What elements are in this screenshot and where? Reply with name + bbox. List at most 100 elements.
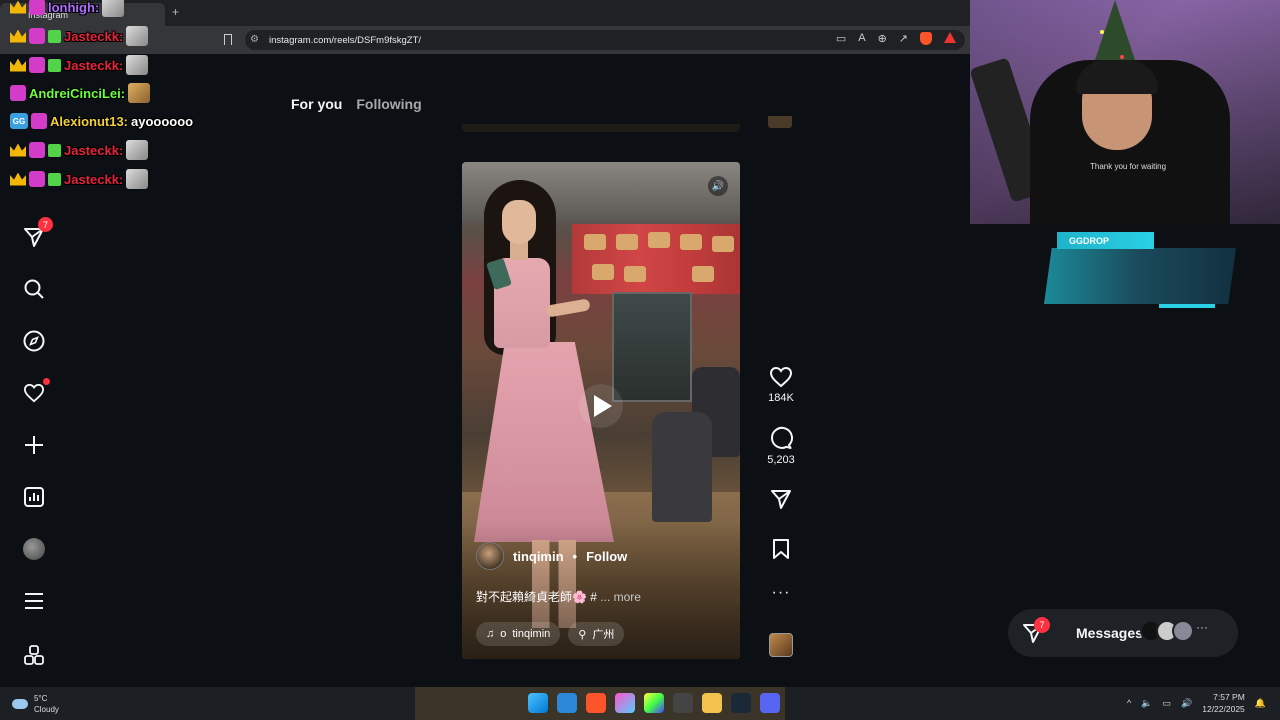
also-from-meta-icon[interactable] bbox=[21, 642, 47, 668]
comment-icon bbox=[770, 426, 793, 449]
caption-more-link[interactable]: ... more bbox=[600, 590, 641, 604]
audio-text: o bbox=[500, 628, 507, 640]
search-icon[interactable] bbox=[21, 276, 47, 302]
date: 12/22/2025 bbox=[1202, 704, 1245, 714]
streamer-cap bbox=[1076, 60, 1158, 94]
ggdrop-label: GGDROP bbox=[1057, 232, 1154, 249]
audio-icon[interactable]: 🔊 bbox=[708, 176, 728, 196]
share-action[interactable] bbox=[760, 488, 802, 514]
notification-bell-icon[interactable]: 🔔 bbox=[1255, 698, 1266, 709]
crown-badge-icon bbox=[10, 172, 26, 186]
author-row: tinqimin • Follow bbox=[476, 542, 627, 570]
chevron-up-icon[interactable]: ^ bbox=[1127, 698, 1131, 708]
play-button[interactable] bbox=[579, 384, 623, 428]
audio-thumbnail[interactable] bbox=[769, 633, 793, 657]
crown-badge-icon bbox=[10, 143, 26, 157]
weather-widget[interactable]: 5°C Cloudy bbox=[12, 693, 59, 715]
chat-username: Jasteckk: bbox=[64, 142, 124, 158]
create-plus-icon[interactable] bbox=[21, 432, 47, 458]
ggdrop-widget: GGDROP bbox=[1044, 230, 1236, 308]
reel-video[interactable]: 🔊 tinqimin • Follow 對不起賴綺貞老師🌸 # ... more… bbox=[462, 162, 740, 659]
screen: Instagram + instagram.com/reels/DSFm9fsk… bbox=[0, 0, 1280, 720]
messages-label: Messages bbox=[1076, 625, 1143, 641]
sub-badge-icon bbox=[29, 28, 45, 44]
steam-icon[interactable] bbox=[731, 693, 751, 713]
direct-badge: 7 bbox=[38, 217, 53, 232]
share-icon[interactable]: ↗ bbox=[899, 32, 908, 45]
tab-following[interactable]: Following bbox=[356, 96, 421, 112]
profile-avatar[interactable] bbox=[21, 536, 47, 562]
author-username[interactable]: tinqimin bbox=[513, 549, 564, 564]
direct-messages-icon[interactable]: 7 bbox=[21, 217, 53, 250]
app-icon[interactable] bbox=[615, 693, 635, 713]
crown-badge-icon bbox=[10, 29, 26, 43]
caption-text: 對不起賴綺貞老師🌸 # bbox=[476, 590, 597, 604]
chat-username: Jasteckk: bbox=[64, 28, 124, 44]
notifications-heart-icon[interactable] bbox=[21, 378, 50, 406]
audio-row: ♫ o tinqimin ⚲ 广州 bbox=[476, 622, 625, 646]
windows-taskbar: 5°C Cloudy ^ 🔈 ▭ 🔊 7:57 PM 12/22/2025 🔔 bbox=[0, 687, 1280, 720]
glass-door bbox=[612, 292, 692, 402]
dashboard-icon[interactable] bbox=[21, 484, 47, 510]
brave-browser-icon[interactable] bbox=[586, 693, 606, 713]
site-info-icon[interactable]: ⚙ bbox=[250, 34, 259, 45]
speaker-icon[interactable]: 🔈 bbox=[1141, 698, 1152, 709]
time: 7:57 PM bbox=[1213, 692, 1245, 702]
more-options-icon[interactable]: ··· bbox=[760, 584, 802, 602]
address-bar-icons: ▭ A ⊕ ↗ bbox=[836, 32, 956, 45]
browser-tab-bar: Instagram + bbox=[0, 0, 970, 26]
app-icon[interactable] bbox=[644, 693, 664, 713]
message-avatars: ··· bbox=[1140, 620, 1208, 642]
translate-icon[interactable]: A bbox=[858, 32, 865, 45]
comment-action[interactable]: 5,203 bbox=[760, 426, 802, 466]
heart-icon bbox=[769, 366, 793, 388]
notification-dot bbox=[43, 378, 50, 385]
explore-icon[interactable] bbox=[21, 328, 47, 354]
previous-reel-edge bbox=[462, 124, 740, 132]
start-menu-icon[interactable] bbox=[528, 693, 548, 713]
chat-text: ayoooooo bbox=[131, 113, 194, 129]
sub-badge-icon bbox=[29, 142, 45, 158]
sub-badge-icon bbox=[29, 57, 45, 73]
save-action[interactable] bbox=[760, 538, 802, 564]
clock[interactable]: 7:57 PM 12/22/2025 bbox=[1202, 691, 1245, 715]
menu-icon[interactable] bbox=[21, 588, 47, 614]
chat-message: lonhigh: bbox=[10, 0, 125, 18]
location-chip[interactable]: ⚲ 广州 bbox=[568, 622, 625, 646]
sub-badge-icon bbox=[29, 171, 45, 187]
zoom-icon[interactable]: ⊕ bbox=[878, 32, 887, 45]
app-icon[interactable] bbox=[673, 693, 693, 713]
brave-rewards-icon[interactable] bbox=[944, 32, 956, 43]
follow-button[interactable]: Follow bbox=[586, 549, 627, 564]
app-icon[interactable] bbox=[557, 693, 577, 713]
gift-badge-icon bbox=[48, 172, 61, 186]
discord-icon[interactable] bbox=[760, 693, 780, 713]
network-icon[interactable]: ▭ bbox=[1163, 698, 1172, 709]
emote-icon bbox=[126, 140, 149, 160]
tree-light bbox=[1100, 30, 1104, 34]
chair bbox=[652, 412, 712, 522]
play-icon bbox=[594, 395, 612, 417]
chat-message: Jasteckk: bbox=[10, 25, 149, 47]
new-tab-button[interactable]: + bbox=[172, 5, 179, 19]
reel-caption[interactable]: 對不起賴綺貞老師🌸 # ... more bbox=[476, 588, 641, 605]
emote-icon bbox=[128, 83, 151, 103]
location-pin-icon: ⚲ bbox=[578, 628, 587, 641]
tree-light bbox=[1120, 55, 1124, 59]
pink-dress bbox=[474, 342, 614, 542]
author-avatar[interactable] bbox=[476, 542, 504, 570]
volume-icon[interactable]: 🔊 bbox=[1181, 698, 1192, 709]
chat-username: Jasteckk: bbox=[64, 171, 124, 187]
cast-icon[interactable]: ▭ bbox=[836, 32, 846, 45]
audio-chip[interactable]: ♫ o tinqimin bbox=[476, 622, 561, 646]
chat-username: Alexionut13: bbox=[50, 113, 129, 129]
chat-message: Jasteckk: bbox=[10, 139, 149, 161]
tab-for-you[interactable]: For you bbox=[291, 96, 342, 112]
chat-username: Jasteckk: bbox=[64, 57, 124, 73]
file-explorer-icon[interactable] bbox=[702, 693, 722, 713]
bookmark-icon[interactable] bbox=[224, 34, 232, 45]
crown-badge-icon bbox=[10, 0, 26, 14]
brave-shield-icon[interactable] bbox=[920, 32, 932, 45]
like-action[interactable]: 184K bbox=[760, 366, 802, 404]
chat-message: Jasteckk: bbox=[10, 168, 149, 190]
